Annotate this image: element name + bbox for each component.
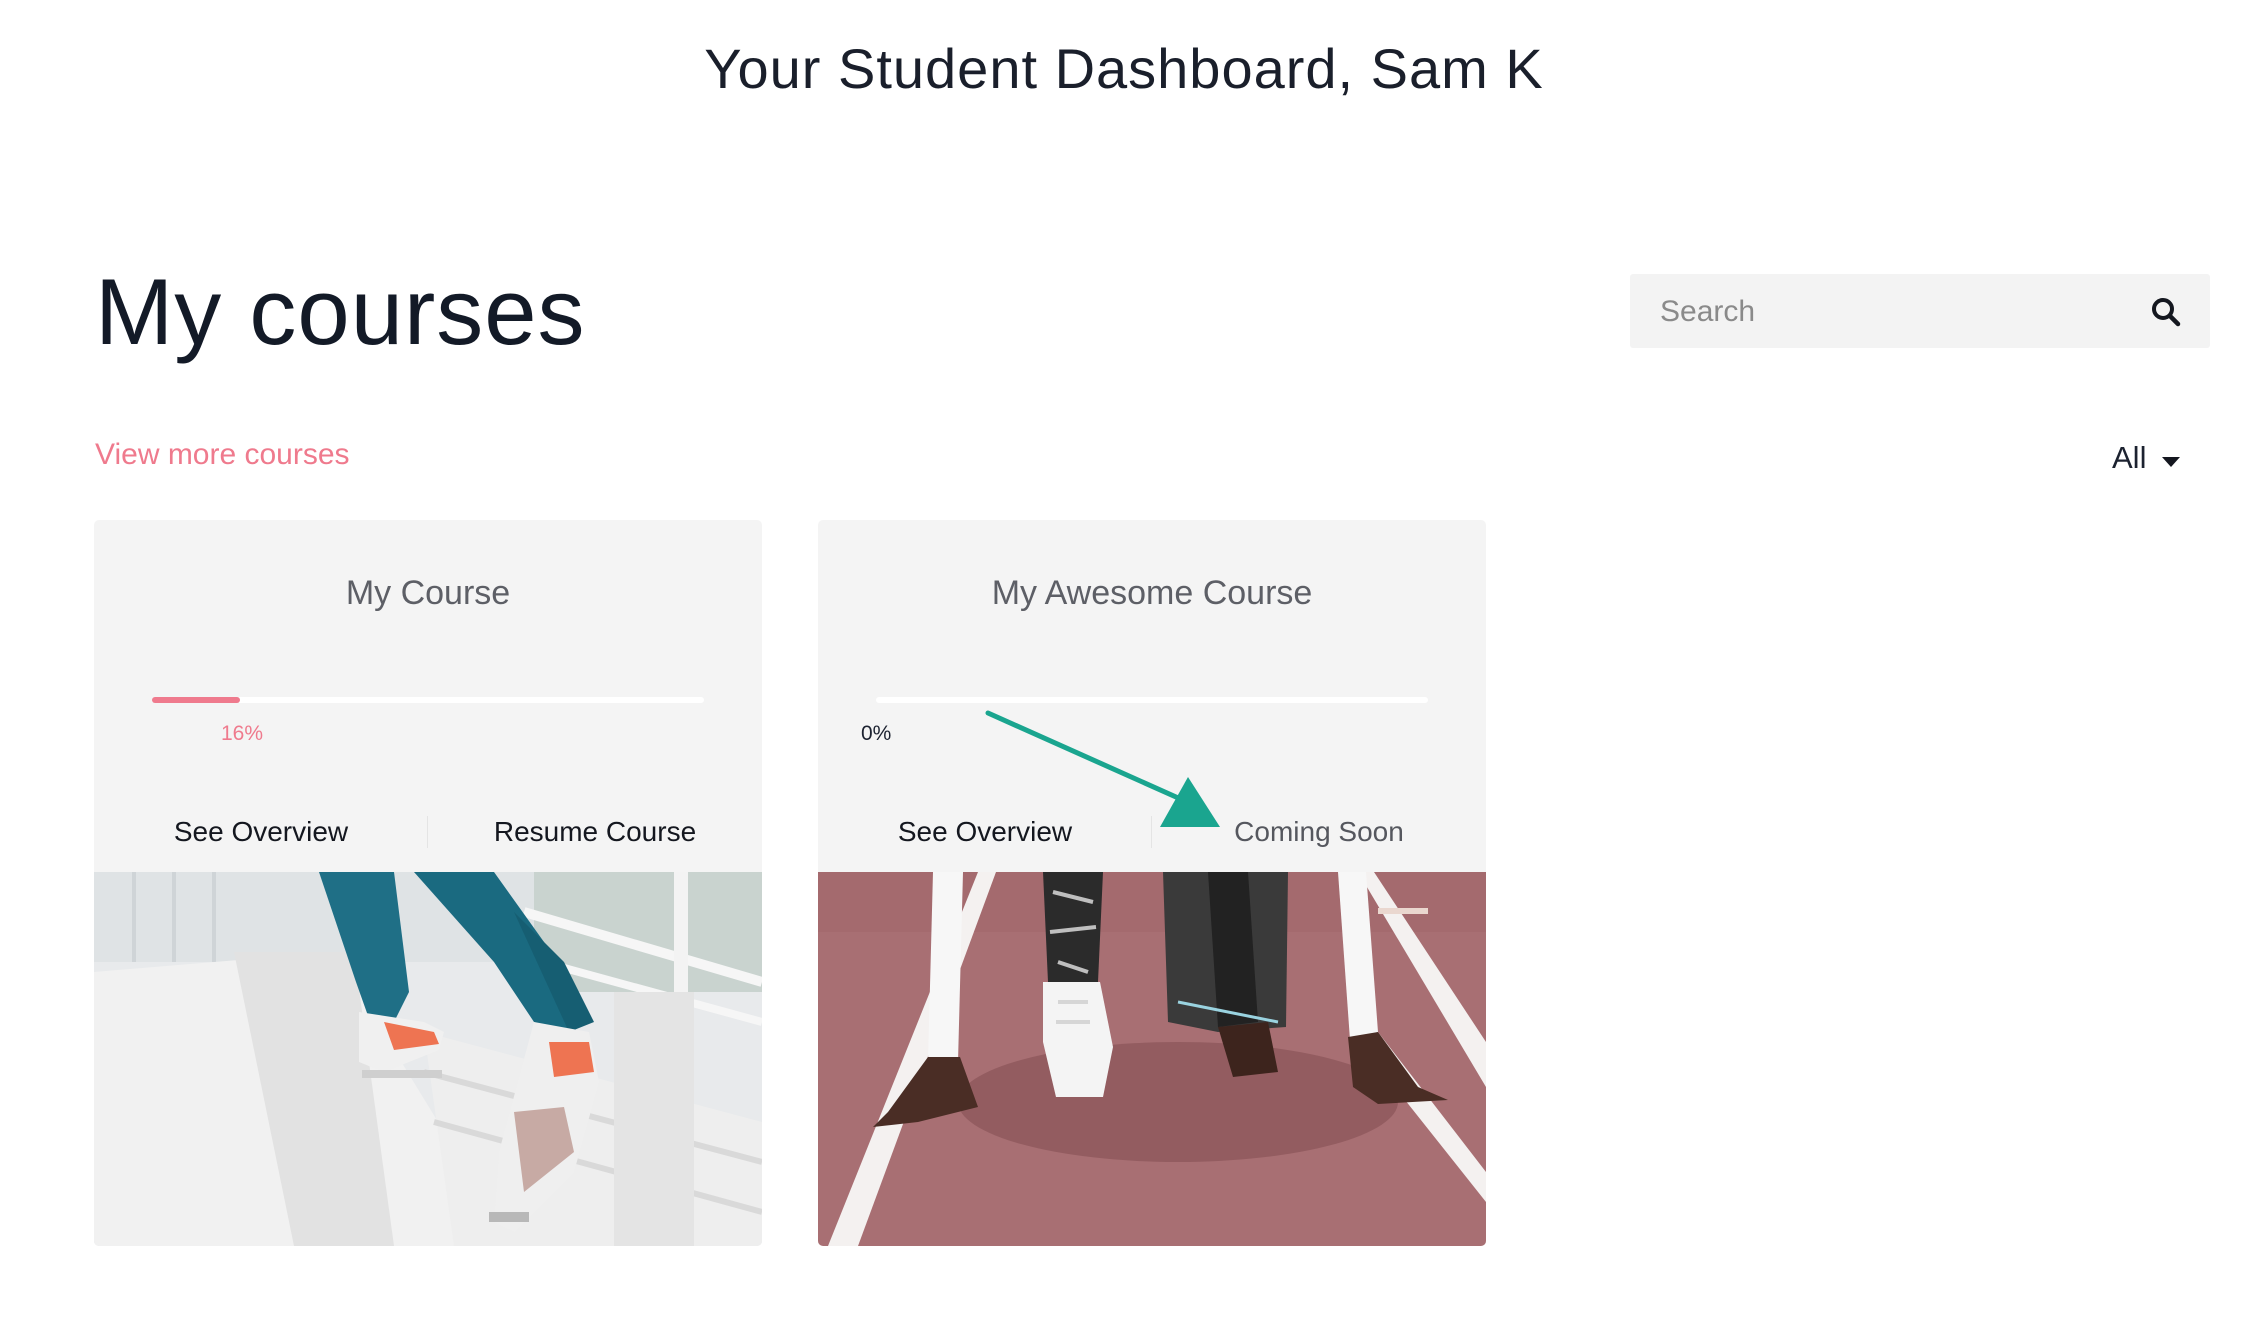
course-image[interactable]	[94, 872, 762, 1246]
search-icon[interactable]	[2150, 296, 2182, 328]
progress-bar	[152, 697, 704, 703]
progress-percent-label: 0%	[861, 722, 892, 745]
course-card: My Course 16% See Overview Resume Course	[94, 520, 762, 1246]
course-title: My Course	[345, 574, 511, 612]
progress-bar-fill	[152, 697, 241, 703]
arrow-pointer-icon	[985, 710, 1220, 827]
progress-percent-label: 16%	[221, 722, 264, 745]
search-input[interactable]	[1658, 274, 2132, 350]
filter-dropdown[interactable]: All	[2112, 438, 2181, 478]
filter-selected-value: All	[2112, 440, 2147, 475]
course-title: My Awesome Course	[991, 574, 1313, 612]
resume-course-button[interactable]: Resume Course	[428, 806, 762, 858]
view-more-courses-link[interactable]: View more courses	[95, 438, 350, 472]
section-title: My courses	[95, 259, 586, 364]
see-overview-button[interactable]: See Overview	[94, 806, 428, 858]
course-card: My Awesome Course 0% See Overview Coming…	[818, 520, 1486, 1246]
page-title: Your Student Dashboard, Sam K	[704, 37, 1544, 100]
course-image[interactable]	[818, 872, 1486, 1246]
caret-down-icon	[2162, 440, 2181, 476]
progress-bar	[876, 697, 1428, 703]
search-box	[1630, 274, 2210, 350]
course-actions: See Overview Resume Course	[94, 806, 762, 858]
